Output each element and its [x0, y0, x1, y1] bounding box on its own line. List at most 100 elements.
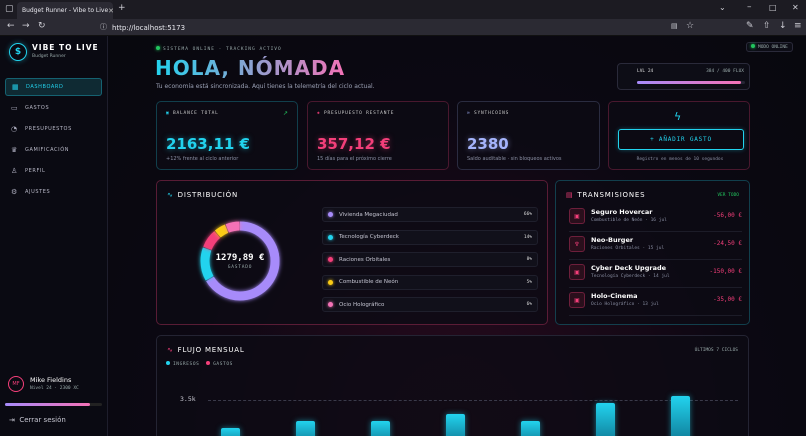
extensions-icon[interactable]: ✎: [746, 21, 754, 31]
income-bar[interactable]: [671, 396, 690, 436]
transaction-row[interactable]: ▣ Cyber Deck Upgrade Tecnología Cyberdeck …: [569, 261, 742, 288]
flow-legend: INGRESOS GASTOS: [166, 361, 233, 367]
legend-dot-expense: [206, 361, 211, 365]
system-status: SISTEMA ONLINE · TRACKING ACTIVO: [156, 46, 282, 52]
budget-foot: 15 días para el próximo cierre: [317, 156, 392, 162]
transaction-title: Holo-Cinema: [591, 292, 638, 300]
sidebar-item-gamificacion[interactable]: ♛ GAMIFICACIÓN: [5, 141, 102, 159]
maximize-icon[interactable]: □: [769, 3, 777, 12]
distribution-row[interactable]: Ocio Holográfico 6%: [322, 297, 538, 312]
user-xp-fill: [5, 403, 91, 406]
main-content: SISTEMA ONLINE · TRACKING ACTIVO HOLA, N…: [108, 36, 806, 436]
transaction-amount: -24,50 €: [713, 240, 742, 247]
y-tick-label: 3.5k: [180, 395, 196, 403]
film-icon: ▣: [569, 292, 585, 308]
trend-up-icon: ↗: [282, 110, 288, 117]
dashboard-icon: ▦: [12, 83, 20, 91]
flow-title-text: FLUJO MENSUAL: [177, 346, 245, 354]
monthly-flow-panel: ∿ FLUJO MENSUAL ÚLTIMOS 7 CICLOS INGRESOS…: [156, 335, 749, 436]
flow-period: ÚLTIMOS 7 CICLOS: [694, 348, 738, 353]
user-level: Nivel 24 · 2300 XC: [30, 386, 79, 391]
distribution-row[interactable]: Combustible de Neón 5%: [322, 274, 538, 290]
synthcoins-foot: Saldo auditable · sin bloqueos activos: [467, 156, 562, 162]
add-expense-card: ϟ + AÑADIR GASTO Registro en menos de 10…: [608, 101, 750, 170]
pie-icon: ◔: [11, 125, 18, 133]
distribution-title-text: DISTRIBUCIÓN: [177, 191, 238, 199]
pulse-icon: ∿: [167, 191, 174, 199]
category-label: Tecnología Cyberdeck: [339, 234, 399, 240]
menu-icon[interactable]: ≡: [794, 21, 802, 31]
sidebar-item-perfil[interactable]: ♙ PERFIL: [5, 162, 102, 180]
transaction-row[interactable]: ▣ Seguro Hovercar Combustible de Neón · 16…: [569, 205, 742, 232]
gear-icon: ⚙: [11, 188, 18, 196]
income-bar[interactable]: [371, 421, 390, 436]
distribution-row[interactable]: Vivienda Megaciudad 66%: [322, 207, 538, 222]
wallet-icon: ▭: [11, 104, 19, 112]
income-bar[interactable]: [596, 402, 615, 436]
category-label: Vivienda Megaciudad: [339, 211, 398, 218]
close-tab-icon[interactable]: ✕: [108, 7, 113, 15]
transaction-subtitle: Ocio Holográfico · 13 jul: [591, 302, 659, 307]
tab-list-icon[interactable]: ▢: [5, 4, 14, 14]
level-label: LVL 24: [637, 69, 654, 74]
sidebar-item-dashboard[interactable]: ▦ DASHBOARD: [5, 78, 102, 96]
forward-icon[interactable]: →: [22, 21, 30, 31]
kpi-label: ▣ BALANCE TOTAL: [166, 111, 219, 116]
card-icon: ▣: [569, 208, 585, 224]
kpi-label-text: PRESUPUESTO RESTANTE: [324, 111, 395, 116]
close-window-icon[interactable]: ✕: [792, 3, 799, 12]
see-all-link[interactable]: VER TODO: [717, 193, 739, 198]
income-bar[interactable]: [446, 414, 465, 436]
url-field[interactable]: http://localhost:5173: [112, 21, 712, 34]
add-expense-button[interactable]: + AÑADIR GASTO: [618, 129, 744, 150]
minimize-icon[interactable]: –: [747, 2, 752, 12]
distribution-panel: ∿ DISTRIBUCIÓN 1279,89 € GASTADO Vivienda…: [156, 180, 548, 325]
user-xp-bar: [5, 403, 102, 406]
logout-icon: ⇥: [9, 416, 15, 424]
income-bar[interactable]: [296, 421, 315, 436]
income-bar[interactable]: [221, 427, 240, 436]
link-icon: ∞: [467, 111, 471, 116]
category-dot: [328, 234, 333, 240]
pulse-icon: ∿: [167, 346, 174, 354]
page-subtitle: Tu economía está sincronizada. Aquí tien…: [156, 83, 375, 90]
reader-icon[interactable]: ▤: [671, 22, 678, 30]
online-badge: MODO ONLINE: [746, 42, 793, 52]
category-dot: [328, 257, 333, 262]
sidebar-item-label: DASHBOARD: [26, 84, 64, 90]
back-icon[interactable]: ←: [7, 21, 15, 31]
logout-button[interactable]: ⇥ Cerrar sesión: [9, 416, 66, 424]
level-bar: [637, 81, 745, 84]
sidebar-item-gastos[interactable]: ▭ GASTOS: [5, 99, 102, 117]
new-tab-icon[interactable]: +: [118, 3, 126, 13]
sidebar-item-ajustes[interactable]: ⚙ AJUSTES: [5, 183, 102, 201]
download-icon[interactable]: ↓: [779, 21, 787, 31]
browser-tab-bar: ▢ Budget Runner - Vibe to Live ✕ + ⌄ – □…: [0, 0, 806, 19]
sidebar-item-presupuestos[interactable]: ◔ PRESUPUESTOS: [5, 120, 102, 138]
distribution-row[interactable]: Raciones Orbitales 8%: [322, 252, 538, 267]
transaction-row[interactable]: ▣ Holo-Cinema Ocio Holográfico · 13 jul -35…: [569, 289, 742, 316]
distribution-row[interactable]: Tecnología Cyberdeck 14%: [322, 229, 538, 245]
site-info-icon[interactable]: ⓘ: [100, 22, 107, 32]
browser-nav-bar: ← → ↻ ⓘ http://localhost:5173 ▤ ☆ ✎ ⇧ ↓ …: [0, 19, 806, 36]
category-percent: 8%: [526, 257, 532, 262]
chevron-down-icon[interactable]: ⌄: [719, 3, 726, 12]
transaction-row[interactable]: ♆ Neo-Burger Raciones Orbitales · 15 jul -2…: [569, 233, 742, 260]
bookmark-icon[interactable]: ☆: [686, 21, 694, 31]
system-status-text: SISTEMA ONLINE · TRACKING ACTIVO: [163, 47, 282, 52]
chip-icon: ▣: [569, 264, 585, 280]
browser-tab[interactable]: Budget Runner - Vibe to Live ✕: [17, 2, 113, 19]
sidebar-item-label: GASTOS: [25, 105, 50, 111]
online-text: MODO ONLINE: [758, 45, 788, 50]
synthcoins-value: 2380: [467, 135, 509, 153]
kpi-label: ◈ PRESUPUESTO RESTANTE: [317, 111, 394, 116]
reload-icon[interactable]: ↻: [38, 21, 46, 31]
legend-income: INGRESOS: [173, 362, 200, 367]
budget-value: 357,12 €: [317, 135, 391, 153]
document-icon: ▤: [566, 191, 574, 199]
share-icon[interactable]: ⇧: [763, 21, 771, 31]
balance-value: 2163,11 €: [166, 135, 250, 153]
income-bar[interactable]: [521, 421, 540, 436]
synthcoins-card: ∞ SYNTHCOINS 2380 Saldo auditable · sin …: [457, 101, 600, 170]
transaction-subtitle: Raciones Orbitales · 15 jul: [591, 246, 665, 251]
